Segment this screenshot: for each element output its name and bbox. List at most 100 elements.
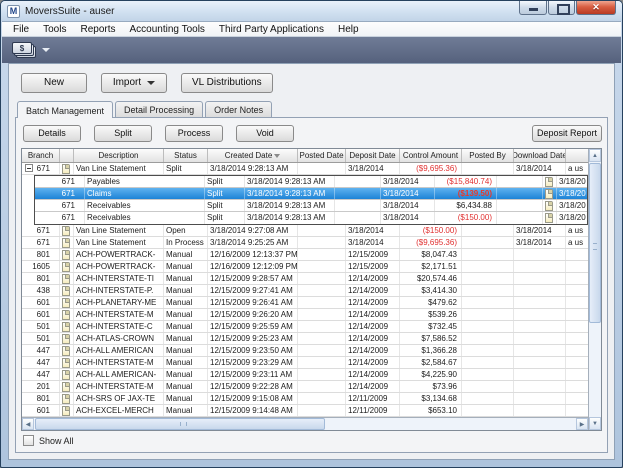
cell-description: ACH-INTERSTATE-M (74, 357, 164, 368)
close-button[interactable] (576, 1, 616, 15)
scroll-right-icon[interactable]: ▶ (576, 418, 588, 430)
cell-control-amount: $73.96 (400, 381, 462, 392)
menu-item-help[interactable]: Help (331, 23, 366, 36)
table-row[interactable]: 501ACH-ATLAS-CROWNManual12/15/2009 9:25:… (22, 333, 588, 345)
table-row[interactable]: 447ACH-INTERSTATE-MManual12/15/2009 9:23… (22, 357, 588, 369)
process-button[interactable]: Process (165, 125, 223, 142)
table-row[interactable]: 447ACH-ALL AMERICAN-Manual12/15/2009 9:2… (22, 369, 588, 381)
cell-row-icon (543, 212, 557, 224)
table-row[interactable]: 671Van Line StatementOpen3/18/2014 9:27:… (22, 225, 588, 237)
cell-deposit-date: 3/18/2014 (346, 163, 400, 174)
table-row[interactable]: 801ACH-POWERTRACK-Manual12/16/2009 12:13… (22, 249, 588, 261)
sub-row[interactable]: 671ReceivablesSplit3/18/2014 9:28:13 AM3… (35, 200, 587, 212)
cell-deposit-date: 3/18/2014 (381, 188, 435, 199)
horizontal-scroll-thumb[interactable] (35, 418, 325, 430)
cell-row-icon (60, 381, 74, 392)
column-header-download-date[interactable]: Download Date (514, 149, 566, 162)
content-area: New Import VL Distributions Batch Manage… (8, 63, 615, 460)
column-header-created-date[interactable]: Created Date (208, 149, 298, 162)
cell-download-date: 3/18/2014 (514, 163, 566, 174)
cell-deposit-date: 3/18/2014 (346, 237, 400, 248)
cell-posted-by (462, 381, 514, 392)
menu-item-file[interactable]: File (6, 23, 36, 36)
table-row[interactable]: 201ACH-INTERSTATE-MManual12/15/2009 9:22… (22, 381, 588, 393)
grid-body: 671Van Line StatementSplit3/18/2014 9:28… (22, 163, 588, 417)
cell-branch: 801 (22, 273, 60, 284)
column-header-blank-10[interactable] (566, 149, 588, 162)
column-header-deposit-date[interactable]: Deposit Date (346, 149, 400, 162)
import-button[interactable]: Import (101, 73, 167, 93)
table-row[interactable]: 1605ACH-POWERTRACK-Manual12/16/2009 12:1… (22, 261, 588, 273)
cell-downloaded-by (566, 285, 588, 296)
cell-control-amount: ($139.50) (435, 188, 497, 199)
deposits-toolbar-button[interactable]: $ (8, 39, 54, 61)
table-row[interactable]: 801ACH-INTERSTATE-TIManual12/15/2009 9:2… (22, 273, 588, 285)
cell-status: Manual (164, 405, 208, 416)
menu-item-accounting-tools[interactable]: Accounting Tools (123, 23, 212, 36)
column-header-posted-by[interactable]: Posted By (462, 149, 514, 162)
cell-downloaded-by (566, 357, 588, 368)
table-row[interactable]: 601ACH-EXCEL-MERCHManual12/15/2009 9:14:… (22, 405, 588, 417)
table-row[interactable]: 447ACH-ALL AMERICANManual12/15/2009 9:23… (22, 345, 588, 357)
column-header-posted-date[interactable]: Posted Date (298, 149, 346, 162)
title-bar[interactable]: M MoversSuite - auser (1, 1, 622, 21)
cell-description: ACH-PLANETARY-ME (74, 297, 164, 308)
cell-description: Payables (85, 176, 205, 187)
sub-row-selected[interactable]: 671ClaimsSplit3/18/2014 9:28:13 AM3/18/2… (35, 188, 587, 200)
vertical-scroll-thumb[interactable] (589, 163, 601, 323)
table-row[interactable]: 671Van Line StatementIn Process3/18/2014… (22, 237, 588, 249)
maximize-button[interactable] (548, 1, 575, 15)
document-icon (62, 238, 70, 248)
tab-detail-processing[interactable]: Detail Processing (115, 101, 203, 117)
dropdown-caret-icon[interactable] (42, 48, 50, 52)
cell-description: ACH-INTERSTATE-C (74, 321, 164, 332)
sub-row[interactable]: 671PayablesSplit3/18/2014 9:28:13 AM3/18… (35, 176, 587, 188)
cell-description: ACH-INTERSTATE-P. (74, 285, 164, 296)
column-header-label: Posted By (469, 149, 505, 162)
tab-batch-management[interactable]: Batch Management (17, 101, 113, 118)
cell-control-amount: ($150.00) (400, 225, 462, 236)
split-button[interactable]: Split (94, 125, 152, 142)
cell-download-date: 3/18/20 (557, 176, 588, 187)
column-header-description[interactable]: Description (74, 149, 164, 162)
table-group-row[interactable]: 671Van Line StatementSplit3/18/2014 9:28… (22, 163, 588, 175)
table-row[interactable]: 501ACH-INTERSTATE-CManual12/15/2009 9:25… (22, 321, 588, 333)
table-row[interactable]: 601ACH-PLANETARY-MEManual12/15/2009 9:26… (22, 297, 588, 309)
cell-branch: 601 (22, 297, 60, 308)
column-header-branch[interactable]: Branch (22, 149, 60, 162)
menu-item-third-party-applications[interactable]: Third Party Applications (212, 23, 331, 36)
cell-posted-date (298, 297, 346, 308)
menu-item-tools[interactable]: Tools (36, 23, 73, 36)
column-header-blank-1[interactable] (60, 149, 74, 162)
scroll-down-icon[interactable]: ▼ (589, 417, 601, 430)
tab-order-notes[interactable]: Order Notes (205, 101, 272, 117)
table-row[interactable]: 438ACH-INTERSTATE-P.Manual12/15/2009 9:2… (22, 285, 588, 297)
cell-description: ACH-ATLAS-CROWN (74, 333, 164, 344)
scroll-up-icon[interactable]: ▲ (589, 149, 601, 162)
cell-status: Split (205, 212, 245, 224)
sub-row[interactable]: 671ReceivablesSplit3/18/2014 9:28:13 AM3… (35, 212, 587, 224)
cell-posted-by (462, 345, 514, 356)
cell-control-amount: $20,574.46 (400, 273, 462, 284)
cell-created-date: 12/15/2009 9:26:20 AM (208, 309, 298, 320)
void-button[interactable]: Void (236, 125, 294, 142)
column-header-status[interactable]: Status (164, 149, 208, 162)
cell-control-amount: $2,584.67 (400, 357, 462, 368)
table-row[interactable]: 801ACH-SRS OF JAX-TEManual12/15/2009 9:1… (22, 393, 588, 405)
new-button[interactable]: New (21, 73, 87, 93)
vertical-scrollbar[interactable]: ▲ ▼ (588, 149, 601, 430)
deposit-report-button[interactable]: Deposit Report (532, 125, 602, 142)
column-header-control-amount[interactable]: Control Amount (400, 149, 462, 162)
vl-distributions-button[interactable]: VL Distributions (181, 73, 273, 93)
cell-download-date (514, 309, 566, 320)
show-all-checkbox[interactable] (23, 435, 34, 446)
scroll-left-icon[interactable]: ◀ (22, 418, 34, 430)
horizontal-scrollbar[interactable]: ◀ ▶ (22, 417, 588, 430)
cell-deposit-date: 12/11/2009 (346, 393, 400, 404)
collapse-group-icon[interactable] (25, 164, 33, 172)
menu-item-reports[interactable]: Reports (73, 23, 122, 36)
minimize-button[interactable] (519, 1, 547, 15)
table-row[interactable]: 601ACH-INTERSTATE-MManual12/15/2009 9:26… (22, 309, 588, 321)
details-button[interactable]: Details (23, 125, 81, 142)
document-icon (62, 382, 70, 392)
